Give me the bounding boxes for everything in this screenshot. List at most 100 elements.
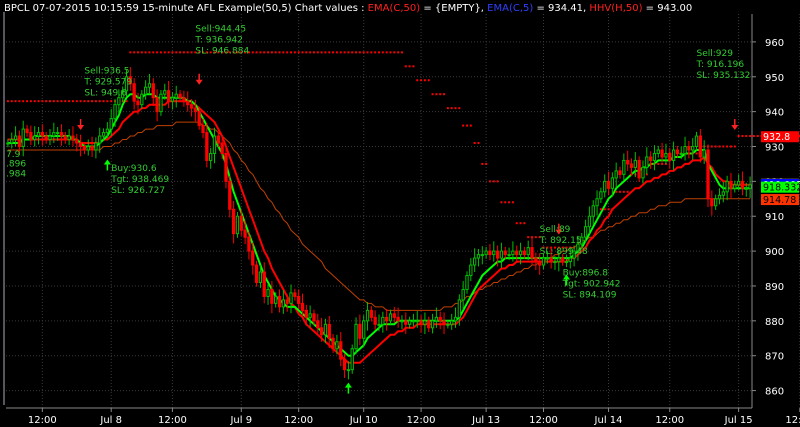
candle[interactable] <box>446 323 450 326</box>
candle[interactable] <box>729 180 733 189</box>
stock-chart-window[interactable]: Sell:936.5 T: 929.579 SL: 949.6 Sell:944.45… <box>0 0 800 427</box>
candle[interactable] <box>358 323 362 339</box>
candle[interactable] <box>369 309 373 318</box>
candle[interactable] <box>350 348 354 371</box>
candle[interactable] <box>461 288 465 301</box>
candle[interactable] <box>725 180 729 193</box>
candle[interactable] <box>75 139 79 144</box>
candle[interactable] <box>117 97 121 106</box>
candle[interactable] <box>557 257 561 263</box>
candle[interactable] <box>457 299 461 318</box>
candle[interactable] <box>10 139 14 144</box>
candle[interactable] <box>522 250 527 256</box>
plot-area[interactable] <box>0 0 800 427</box>
candle[interactable] <box>568 257 572 263</box>
candle[interactable] <box>392 313 396 318</box>
candle[interactable] <box>6 142 10 145</box>
candle[interactable] <box>430 320 435 329</box>
candle[interactable] <box>668 152 672 161</box>
candle[interactable] <box>694 135 699 147</box>
candle[interactable] <box>560 257 565 263</box>
candle[interactable] <box>105 128 110 134</box>
candle[interactable] <box>530 247 534 259</box>
candle[interactable] <box>270 288 274 304</box>
candle[interactable] <box>702 149 706 158</box>
candle[interactable] <box>197 111 201 127</box>
candle[interactable] <box>143 86 148 95</box>
candle[interactable] <box>166 90 171 102</box>
candle[interactable] <box>170 97 175 102</box>
candle[interactable] <box>691 145 695 151</box>
candle[interactable] <box>591 205 595 217</box>
candle[interactable] <box>507 254 511 257</box>
candle[interactable] <box>90 145 94 151</box>
candle[interactable] <box>484 250 488 256</box>
candle[interactable] <box>86 145 90 151</box>
candle[interactable] <box>140 93 144 106</box>
candle[interactable] <box>679 152 683 155</box>
candle[interactable] <box>629 163 634 168</box>
candle[interactable] <box>641 166 645 179</box>
candle[interactable] <box>545 257 549 260</box>
candle[interactable] <box>622 159 626 175</box>
candle[interactable] <box>182 97 186 102</box>
candle[interactable] <box>453 316 458 322</box>
candle[interactable] <box>17 135 22 147</box>
candle[interactable] <box>472 257 477 266</box>
candle[interactable] <box>645 156 649 168</box>
candle[interactable] <box>297 295 301 304</box>
candle[interactable] <box>683 145 687 154</box>
candle[interactable] <box>614 170 618 179</box>
candle[interactable] <box>339 341 343 360</box>
candle[interactable] <box>33 135 37 141</box>
candle[interactable] <box>385 316 389 322</box>
candle[interactable] <box>224 152 228 182</box>
candle[interactable] <box>82 145 87 151</box>
candle[interactable] <box>721 191 725 196</box>
candle[interactable] <box>44 135 48 141</box>
candle[interactable] <box>564 261 569 264</box>
candle[interactable] <box>151 83 155 99</box>
candle[interactable] <box>285 299 289 304</box>
candle[interactable] <box>736 180 741 186</box>
candle[interactable] <box>427 320 431 329</box>
candle[interactable] <box>610 177 615 189</box>
candle[interactable] <box>660 149 664 158</box>
candle[interactable] <box>220 142 224 154</box>
candle[interactable] <box>411 320 416 323</box>
candle[interactable] <box>262 271 266 297</box>
candle[interactable] <box>404 320 408 325</box>
candle[interactable] <box>113 104 117 120</box>
candle[interactable] <box>465 275 469 290</box>
candle[interactable] <box>388 313 393 322</box>
candle[interactable] <box>239 215 243 231</box>
candle[interactable] <box>40 132 44 137</box>
candle[interactable] <box>147 83 152 88</box>
candle[interactable] <box>499 250 504 259</box>
candle[interactable] <box>365 309 370 322</box>
candle[interactable] <box>159 93 163 113</box>
candle[interactable] <box>71 135 75 141</box>
candle[interactable] <box>186 100 190 106</box>
candle[interactable] <box>178 93 182 99</box>
candle[interactable] <box>377 323 381 326</box>
candle[interactable] <box>251 250 255 266</box>
candle[interactable] <box>323 323 328 336</box>
candle[interactable] <box>354 323 358 350</box>
candle[interactable] <box>78 142 83 147</box>
candle[interactable] <box>740 180 745 189</box>
candle[interactable] <box>583 226 588 238</box>
candle[interactable] <box>526 247 530 256</box>
candle[interactable] <box>216 135 220 144</box>
candle[interactable] <box>671 149 676 161</box>
candle[interactable] <box>717 194 722 200</box>
candle[interactable] <box>342 358 347 371</box>
candle[interactable] <box>331 337 335 350</box>
candle[interactable] <box>396 316 400 322</box>
candle[interactable] <box>706 149 710 200</box>
candle[interactable] <box>308 313 312 318</box>
candle[interactable] <box>163 90 167 95</box>
candle[interactable] <box>346 369 351 372</box>
candle[interactable] <box>518 250 523 256</box>
candle[interactable] <box>67 135 71 141</box>
